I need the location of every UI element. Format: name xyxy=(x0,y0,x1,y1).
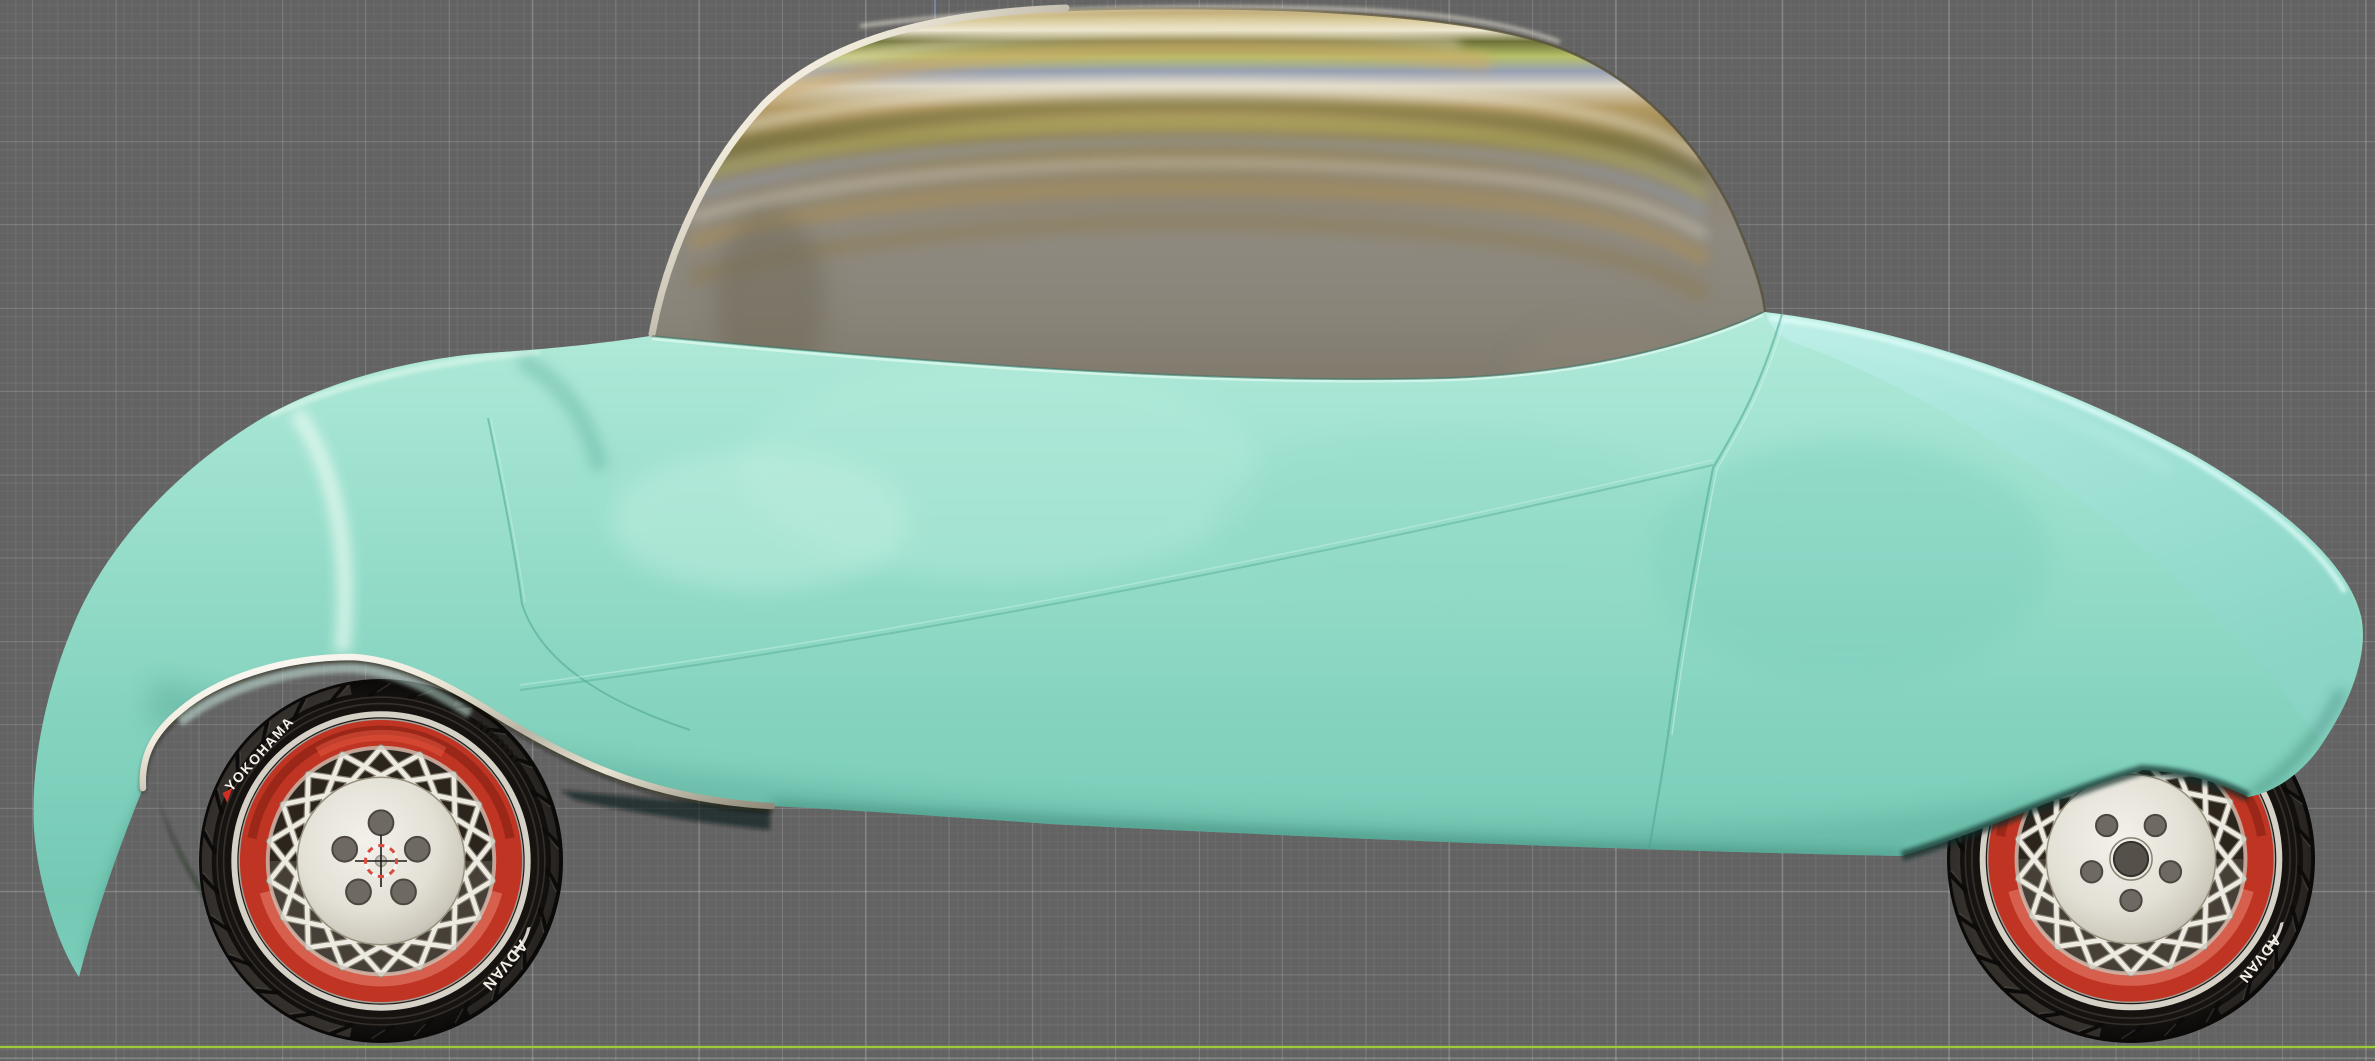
body-reflection-door xyxy=(610,450,910,590)
rear-lug-hole xyxy=(2095,813,2119,838)
body-reflection-quarter xyxy=(1650,440,2050,680)
front-lug-hole xyxy=(390,878,417,906)
viewport-3d[interactable]: YOKOHAMA ADVAN ADVAN xyxy=(0,0,2375,1061)
rear-center-bore xyxy=(2112,840,2150,878)
rear-lug-hole xyxy=(2143,813,2167,838)
front-lug-hole xyxy=(367,809,395,837)
rear-lug-hole xyxy=(2119,888,2143,913)
front-lug-hole xyxy=(403,835,431,863)
body-reflection-rear xyxy=(1210,430,1690,610)
rear-lug-hole xyxy=(2158,860,2183,884)
rear-lug-hole xyxy=(2079,860,2104,884)
front-lug-hole xyxy=(331,835,359,863)
front-lug-hole xyxy=(345,878,372,906)
scene-svg: YOKOHAMA ADVAN ADVAN xyxy=(33,4,2363,1043)
